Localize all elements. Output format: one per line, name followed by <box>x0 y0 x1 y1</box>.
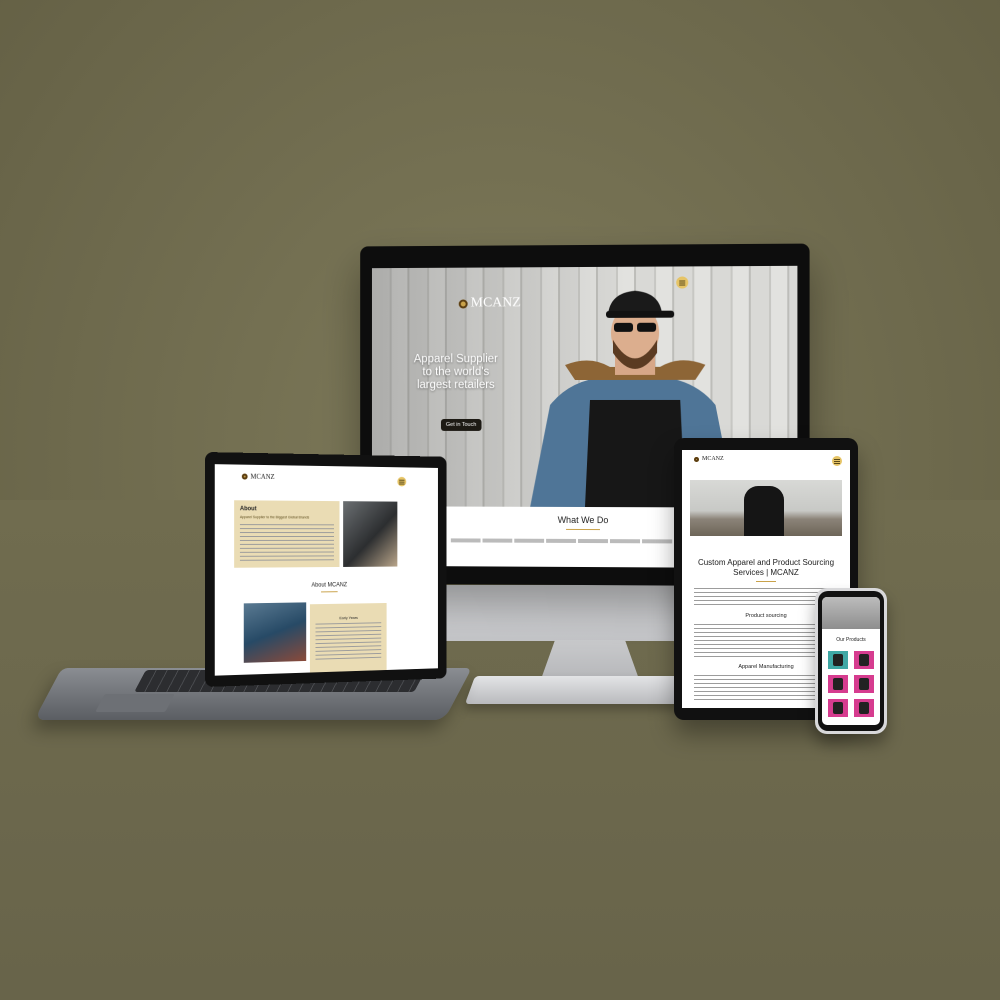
laptop-menu-icon[interactable] <box>397 476 407 487</box>
about-mcanz-title: About MCANZ <box>311 582 348 589</box>
hero-heading-line3: largest retailers <box>416 379 495 392</box>
product-tile[interactable] <box>828 675 848 693</box>
get-in-touch-button[interactable]: Get in Touch <box>440 418 482 431</box>
product-tile[interactable] <box>828 651 848 669</box>
laptop-screen: MCANZ About Apparel Supplier to the Bigg… <box>214 464 438 676</box>
tablet-hero-person <box>744 486 784 536</box>
imac-logo[interactable]: MCANZ <box>458 295 521 311</box>
about-photo <box>343 501 398 567</box>
imac-foot <box>464 676 696 704</box>
product-tile[interactable] <box>854 699 874 717</box>
tablet-heading-line2: Services | MCANZ <box>733 568 799 577</box>
tablet-heading-line1: Custom Apparel and Product Sourcing <box>697 558 835 567</box>
about-title: About <box>239 506 257 513</box>
about-subtitle: Apparel Supplier to the Biggest Global B… <box>239 515 310 520</box>
product-tile[interactable] <box>828 699 848 717</box>
hero-heading-line2: to the world's <box>422 366 490 379</box>
imac-hero-heading: Apparel Supplier to the world's largest … <box>411 353 500 392</box>
tablet-heading: Custom Apparel and Product Sourcing Serv… <box>692 558 840 578</box>
phone-device: Our Products <box>815 588 887 734</box>
about-body-text <box>239 524 334 564</box>
title-underline <box>566 528 600 531</box>
tablet-logo-text: MCANZ <box>702 456 724 462</box>
phone-screen: Our Products <box>822 597 880 725</box>
early-years-text <box>315 622 382 663</box>
laptop-display: MCANZ About Apparel Supplier to the Bigg… <box>205 452 447 687</box>
imac-logo-text: MCANZ <box>470 295 521 311</box>
logo-mark-icon <box>241 473 248 480</box>
our-products-title: Our Products <box>836 637 866 643</box>
tablet-menu-icon[interactable] <box>832 456 842 466</box>
imac-menu-icon[interactable] <box>676 276 689 289</box>
product-tile[interactable] <box>854 675 874 693</box>
tablet-logo[interactable]: MCANZ <box>694 456 724 462</box>
title-underline <box>756 581 776 582</box>
laptop-logo[interactable]: MCANZ <box>241 472 275 481</box>
laptop-trackpad <box>95 694 175 712</box>
phone-hero-image <box>822 597 880 629</box>
logo-mark-icon <box>458 299 468 308</box>
logo-mark-icon <box>694 456 699 462</box>
title-underline <box>321 591 338 593</box>
product-tile[interactable] <box>854 651 874 669</box>
laptop-logo-text: MCANZ <box>250 472 275 481</box>
hero-heading-line1: Apparel Supplier <box>413 353 498 366</box>
factory-photo <box>243 602 307 663</box>
